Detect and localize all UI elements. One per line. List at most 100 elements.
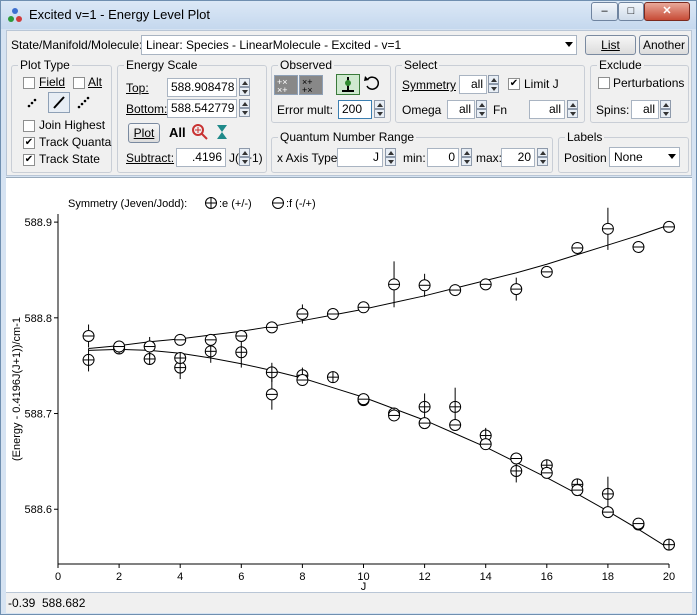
dots-icon bbox=[27, 98, 37, 108]
main-window: Excited v=1 - Energy Level Plot – □ ✕ St… bbox=[0, 0, 697, 615]
state-select-value: Linear: Species - LinearMolecule - Excit… bbox=[146, 38, 402, 52]
omega-input[interactable]: all bbox=[447, 100, 475, 119]
track-state-checkbox[interactable]: ✔ bbox=[23, 154, 35, 166]
spins-spinner[interactable] bbox=[660, 100, 671, 119]
fn-input[interactable]: all bbox=[529, 100, 565, 119]
another-button[interactable]: Another bbox=[639, 35, 689, 55]
max-spinner[interactable] bbox=[537, 148, 548, 167]
select-title: Select bbox=[402, 58, 440, 72]
alt-checkbox[interactable] bbox=[73, 77, 85, 89]
refresh-icon[interactable] bbox=[363, 74, 383, 94]
energy-level-chart[interactable]: 0 2 4 6 8 10 12 14 16 18 20588.6588.7588.8588.9J(E… bbox=[6, 178, 692, 593]
bottom-energy-spinner[interactable] bbox=[239, 99, 250, 118]
max-input[interactable]: 20 bbox=[501, 148, 535, 167]
limit-j-label: Limit J bbox=[524, 77, 559, 91]
bottom-energy-input[interactable]: 588.542779 bbox=[167, 99, 237, 118]
subtract-spinner[interactable] bbox=[239, 148, 250, 167]
hourglass-icon[interactable] bbox=[215, 124, 229, 140]
symmetry-spinner[interactable] bbox=[488, 75, 499, 94]
window-title: Excited v=1 - Energy Level Plot bbox=[29, 7, 211, 22]
observed-marker-button-1[interactable]: +× ×+ bbox=[274, 75, 298, 95]
error-mult-value: 200 bbox=[342, 102, 363, 116]
x-tick-label: 18 bbox=[602, 571, 614, 583]
track-quanta-label: Track Quanta bbox=[39, 135, 112, 149]
error-mult-input[interactable]: 200 bbox=[338, 100, 372, 119]
perturbations-checkbox[interactable] bbox=[598, 77, 610, 89]
another-button-label: Another bbox=[642, 38, 686, 52]
top-energy-input[interactable]: 588.908478 bbox=[167, 78, 237, 97]
close-button[interactable]: ✕ bbox=[644, 2, 690, 21]
field-checkbox[interactable] bbox=[23, 77, 35, 89]
chevron-down-icon bbox=[668, 154, 676, 159]
omega-label: Omega bbox=[402, 103, 442, 117]
all-button[interactable]: All bbox=[169, 125, 186, 140]
fit-curve bbox=[88, 224, 670, 349]
plot-button[interactable]: Plot bbox=[128, 123, 160, 143]
observed-title: Observed bbox=[278, 58, 335, 72]
cross-plus-markers-icon: ×++× bbox=[302, 77, 313, 95]
alt-label: Alt bbox=[88, 75, 103, 89]
cursor-x-readout: -0.39 bbox=[8, 596, 36, 610]
zoom-icon[interactable] bbox=[191, 123, 209, 141]
perturbations-label: Perturbations bbox=[613, 76, 685, 90]
maximize-button[interactable]: □ bbox=[618, 2, 644, 21]
fn-spinner[interactable] bbox=[567, 100, 578, 119]
limit-j-checkbox[interactable]: ✔ bbox=[508, 78, 520, 90]
field-label: Field bbox=[39, 75, 66, 89]
legend-label: :e (+/-) bbox=[219, 198, 252, 210]
maximize-icon: □ bbox=[627, 5, 635, 17]
observed-marker-button-2[interactable]: ×+ +× bbox=[299, 75, 323, 95]
minimize-button[interactable]: – bbox=[591, 2, 618, 21]
join-highest-checkbox[interactable] bbox=[23, 120, 35, 132]
error-mult-label: Error mult: bbox=[277, 103, 334, 117]
x-axis-type-value: J bbox=[373, 150, 379, 164]
subtract-value: .4196 bbox=[191, 150, 222, 164]
x-axis-type-label: x Axis Type bbox=[277, 151, 338, 165]
molecule-app-icon bbox=[8, 8, 22, 22]
position-select-value: None bbox=[614, 150, 643, 164]
status-bar: -0.39 588.682 bbox=[6, 592, 692, 613]
min-spinner[interactable] bbox=[461, 148, 472, 167]
x-axis-type-input[interactable]: J bbox=[337, 148, 383, 167]
subtract-input[interactable]: .4196 bbox=[176, 148, 226, 167]
error-mult-spinner[interactable] bbox=[374, 100, 385, 119]
min-label: min: bbox=[403, 151, 426, 165]
x-tick-label: 14 bbox=[480, 571, 492, 583]
spins-input[interactable]: all bbox=[631, 100, 659, 119]
x-axis-type-spinner[interactable] bbox=[385, 148, 396, 167]
top-label: Top: bbox=[126, 81, 149, 95]
track-quanta-checkbox[interactable]: ✔ bbox=[23, 137, 35, 149]
omega-spinner[interactable] bbox=[476, 100, 487, 119]
subtract-label: Subtract: bbox=[126, 151, 175, 165]
position-select[interactable]: None bbox=[609, 147, 680, 167]
plot-button-label: Plot bbox=[133, 126, 155, 140]
symmetry-input[interactable]: all bbox=[459, 75, 487, 94]
list-button[interactable]: List bbox=[585, 35, 636, 55]
svg-text:×+: ×+ bbox=[277, 85, 288, 94]
legend-title: Symmetry (Jeven/Jodd): bbox=[68, 198, 187, 210]
chevron-down-icon bbox=[565, 42, 573, 47]
control-panel: State/Manifold/Molecule: Linear: Species… bbox=[6, 30, 692, 176]
top-energy-spinner[interactable] bbox=[239, 78, 250, 97]
x-tick-label: 20 bbox=[663, 571, 675, 583]
max-value: 20 bbox=[517, 150, 531, 164]
bottom-energy-value: 588.542779 bbox=[171, 101, 235, 115]
omega-value: all bbox=[458, 102, 471, 116]
title-bar[interactable]: Excited v=1 - Energy Level Plot – □ ✕ bbox=[1, 1, 696, 29]
x-tick-label: 12 bbox=[418, 571, 430, 583]
state-label: State/Manifold/Molecule: bbox=[11, 38, 143, 52]
line-style-button[interactable] bbox=[48, 92, 70, 113]
error-bar-toggle[interactable] bbox=[336, 74, 360, 95]
points-style-button[interactable] bbox=[23, 93, 43, 113]
min-input[interactable]: 0 bbox=[427, 148, 459, 167]
state-select[interactable]: Linear: Species - LinearMolecule - Excit… bbox=[141, 35, 577, 55]
plot-area[interactable]: 0 2 4 6 8 10 12 14 16 18 20 588.6 588.7 588.8 588.9 J (E… bbox=[6, 177, 692, 593]
fit-curve bbox=[88, 348, 670, 549]
y-tick-label: 588.6 bbox=[24, 504, 52, 516]
x-tick-label: 0 bbox=[55, 571, 61, 583]
mixed-style-button[interactable] bbox=[73, 93, 93, 113]
symmetry-label: Symmetry bbox=[402, 78, 456, 92]
x-tick-label: 4 bbox=[177, 571, 183, 583]
plot-type-title: Plot Type bbox=[18, 58, 72, 72]
qn-range-title: Quantum Number Range bbox=[278, 130, 417, 144]
